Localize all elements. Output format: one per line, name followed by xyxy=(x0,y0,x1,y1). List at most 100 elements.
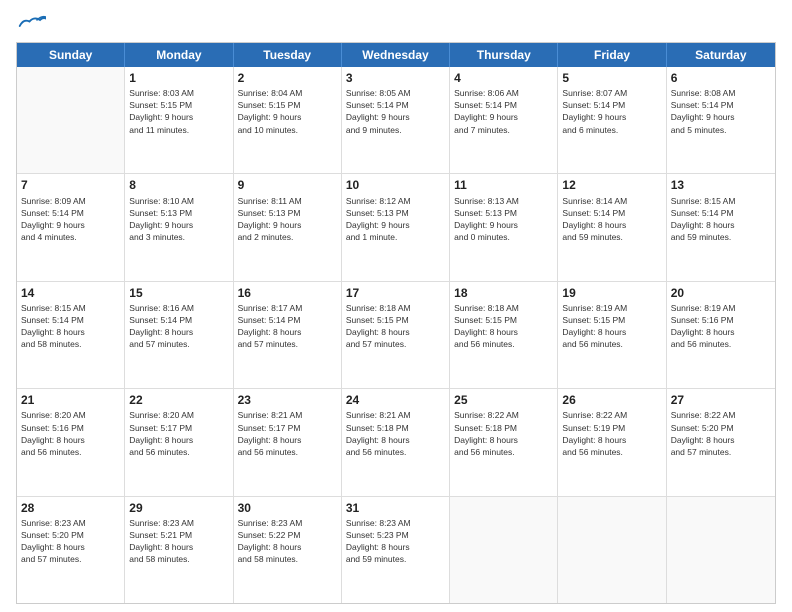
calendar-cell-0-2: 2Sunrise: 8:04 AM Sunset: 5:15 PM Daylig… xyxy=(234,67,342,173)
day-number: 7 xyxy=(21,177,120,193)
cell-text: Sunrise: 8:18 AM Sunset: 5:15 PM Dayligh… xyxy=(346,303,411,349)
calendar-cell-3-1: 22Sunrise: 8:20 AM Sunset: 5:17 PM Dayli… xyxy=(125,389,233,495)
calendar-cell-2-1: 15 Sunrise: 8:16 AM Sunset: 5:14 PM Dayli… xyxy=(125,282,233,388)
cell-text: Sunrise: 8:12 AM Sunset: 5:13 PM Dayligh… xyxy=(346,196,411,242)
cell-text: Sunrise: 8:15 AM Sunset: 5:14 PM Dayligh… xyxy=(671,196,736,242)
calendar-cell-0-6: 6Sunrise: 8:08 AM Sunset: 5:14 PM Daylig… xyxy=(667,67,775,173)
header-day-saturday: Saturday xyxy=(667,43,775,67)
day-number: 10 xyxy=(346,177,445,193)
header-day-monday: Monday xyxy=(125,43,233,67)
calendar-cell-0-0 xyxy=(17,67,125,173)
calendar-cell-2-2: 16 Sunrise: 8:17 AM Sunset: 5:14 PM Dayli… xyxy=(234,282,342,388)
day-number: 19 xyxy=(562,285,661,301)
calendar-cell-4-2: 30 Sunrise: 8:23 AM Sunset: 5:22 PM Dayli… xyxy=(234,497,342,603)
calendar-cell-2-6: 20Sunrise: 8:19 AM Sunset: 5:16 PM Dayli… xyxy=(667,282,775,388)
calendar-cell-3-4: 25 Sunrise: 8:22 AM Sunset: 5:18 PM Dayli… xyxy=(450,389,558,495)
day-number: 28 xyxy=(21,500,120,516)
main-container: SundayMondayTuesdayWednesdayThursdayFrid… xyxy=(0,0,792,612)
header xyxy=(16,12,776,34)
calendar-cell-3-3: 24Sunrise: 8:21 AM Sunset: 5:18 PM Dayli… xyxy=(342,389,450,495)
calendar-row-2: 14 Sunrise: 8:15 AM Sunset: 5:14 PM Dayli… xyxy=(17,282,775,389)
day-number: 17 xyxy=(346,285,445,301)
calendar-cell-2-0: 14 Sunrise: 8:15 AM Sunset: 5:14 PM Dayli… xyxy=(17,282,125,388)
cell-text: Sunrise: 8:23 AM Sunset: 5:21 PM Dayligh… xyxy=(129,518,194,564)
day-number: 27 xyxy=(671,392,771,408)
cell-text: Sunrise: 8:19 AM Sunset: 5:16 PM Dayligh… xyxy=(671,303,736,349)
day-number: 3 xyxy=(346,70,445,86)
cell-text: Sunrise: 8:22 AM Sunset: 5:20 PM Dayligh… xyxy=(671,410,736,456)
cell-text: Sunrise: 8:13 AM Sunset: 5:13 PM Dayligh… xyxy=(454,196,519,242)
day-number: 4 xyxy=(454,70,553,86)
header-day-friday: Friday xyxy=(558,43,666,67)
calendar-cell-1-2: 9Sunrise: 8:11 AM Sunset: 5:13 PM Daylig… xyxy=(234,174,342,280)
day-number: 25 xyxy=(454,392,553,408)
calendar-row-1: 7 Sunrise: 8:09 AM Sunset: 5:14 PM Daylig… xyxy=(17,174,775,281)
calendar-cell-1-1: 8Sunrise: 8:10 AM Sunset: 5:13 PM Daylig… xyxy=(125,174,233,280)
cell-text: Sunrise: 8:09 AM Sunset: 5:14 PM Dayligh… xyxy=(21,196,86,242)
calendar-cell-1-3: 10 Sunrise: 8:12 AM Sunset: 5:13 PM Dayli… xyxy=(342,174,450,280)
calendar-cell-3-2: 23 Sunrise: 8:21 AM Sunset: 5:17 PM Dayli… xyxy=(234,389,342,495)
cell-text: Sunrise: 8:23 AM Sunset: 5:23 PM Dayligh… xyxy=(346,518,411,564)
cell-text: Sunrise: 8:05 AM Sunset: 5:14 PM Dayligh… xyxy=(346,88,411,134)
day-number: 1 xyxy=(129,70,228,86)
calendar-cell-1-4: 11 Sunrise: 8:13 AM Sunset: 5:13 PM Dayli… xyxy=(450,174,558,280)
day-number: 15 xyxy=(129,285,228,301)
day-number: 18 xyxy=(454,285,553,301)
calendar-row-4: 28 Sunrise: 8:23 AM Sunset: 5:20 PM Dayli… xyxy=(17,497,775,603)
calendar: SundayMondayTuesdayWednesdayThursdayFrid… xyxy=(16,42,776,604)
calendar-cell-4-6 xyxy=(667,497,775,603)
calendar-body: 1 Sunrise: 8:03 AM Sunset: 5:15 PM Daylig… xyxy=(17,67,775,603)
day-number: 16 xyxy=(238,285,337,301)
cell-text: Sunrise: 8:16 AM Sunset: 5:14 PM Dayligh… xyxy=(129,303,194,349)
day-number: 13 xyxy=(671,177,771,193)
calendar-cell-3-6: 27 Sunrise: 8:22 AM Sunset: 5:20 PM Dayli… xyxy=(667,389,775,495)
cell-text: Sunrise: 8:15 AM Sunset: 5:14 PM Dayligh… xyxy=(21,303,86,349)
day-number: 14 xyxy=(21,285,120,301)
calendar-cell-4-0: 28 Sunrise: 8:23 AM Sunset: 5:20 PM Dayli… xyxy=(17,497,125,603)
logo xyxy=(16,12,50,34)
day-number: 9 xyxy=(238,177,337,193)
day-number: 11 xyxy=(454,177,553,193)
cell-text: Sunrise: 8:18 AM Sunset: 5:15 PM Dayligh… xyxy=(454,303,519,349)
cell-text: Sunrise: 8:22 AM Sunset: 5:18 PM Dayligh… xyxy=(454,410,519,456)
day-number: 12 xyxy=(562,177,661,193)
day-number: 23 xyxy=(238,392,337,408)
calendar-cell-2-3: 17 Sunrise: 8:18 AM Sunset: 5:15 PM Dayli… xyxy=(342,282,450,388)
cell-text: Sunrise: 8:03 AM Sunset: 5:15 PM Dayligh… xyxy=(129,88,194,134)
calendar-cell-0-1: 1 Sunrise: 8:03 AM Sunset: 5:15 PM Daylig… xyxy=(125,67,233,173)
calendar-cell-4-4 xyxy=(450,497,558,603)
cell-text: Sunrise: 8:22 AM Sunset: 5:19 PM Dayligh… xyxy=(562,410,627,456)
cell-text: Sunrise: 8:21 AM Sunset: 5:17 PM Dayligh… xyxy=(238,410,303,456)
cell-text: Sunrise: 8:14 AM Sunset: 5:14 PM Dayligh… xyxy=(562,196,627,242)
cell-text: Sunrise: 8:21 AM Sunset: 5:18 PM Dayligh… xyxy=(346,410,411,456)
calendar-cell-4-3: 31 Sunrise: 8:23 AM Sunset: 5:23 PM Dayli… xyxy=(342,497,450,603)
day-number: 26 xyxy=(562,392,661,408)
calendar-cell-0-4: 4 Sunrise: 8:06 AM Sunset: 5:14 PM Daylig… xyxy=(450,67,558,173)
day-number: 2 xyxy=(238,70,337,86)
cell-text: Sunrise: 8:23 AM Sunset: 5:20 PM Dayligh… xyxy=(21,518,86,564)
cell-text: Sunrise: 8:17 AM Sunset: 5:14 PM Dayligh… xyxy=(238,303,303,349)
calendar-cell-4-1: 29 Sunrise: 8:23 AM Sunset: 5:21 PM Dayli… xyxy=(125,497,233,603)
header-day-tuesday: Tuesday xyxy=(234,43,342,67)
calendar-cell-0-5: 5Sunrise: 8:07 AM Sunset: 5:14 PM Daylig… xyxy=(558,67,666,173)
calendar-cell-1-5: 12 Sunrise: 8:14 AM Sunset: 5:14 PM Dayli… xyxy=(558,174,666,280)
day-number: 21 xyxy=(21,392,120,408)
cell-text: Sunrise: 8:20 AM Sunset: 5:16 PM Dayligh… xyxy=(21,410,86,456)
day-number: 31 xyxy=(346,500,445,516)
day-number: 29 xyxy=(129,500,228,516)
calendar-row-0: 1 Sunrise: 8:03 AM Sunset: 5:15 PM Daylig… xyxy=(17,67,775,174)
header-day-sunday: Sunday xyxy=(17,43,125,67)
day-number: 6 xyxy=(671,70,771,86)
calendar-cell-4-5 xyxy=(558,497,666,603)
calendar-cell-3-0: 21 Sunrise: 8:20 AM Sunset: 5:16 PM Dayli… xyxy=(17,389,125,495)
day-number: 30 xyxy=(238,500,337,516)
calendar-cell-1-0: 7 Sunrise: 8:09 AM Sunset: 5:14 PM Daylig… xyxy=(17,174,125,280)
calendar-cell-1-6: 13 Sunrise: 8:15 AM Sunset: 5:14 PM Dayli… xyxy=(667,174,775,280)
day-number: 22 xyxy=(129,392,228,408)
cell-text: Sunrise: 8:06 AM Sunset: 5:14 PM Dayligh… xyxy=(454,88,519,134)
calendar-cell-3-5: 26 Sunrise: 8:22 AM Sunset: 5:19 PM Dayli… xyxy=(558,389,666,495)
cell-text: Sunrise: 8:10 AM Sunset: 5:13 PM Dayligh… xyxy=(129,196,194,242)
cell-text: Sunrise: 8:07 AM Sunset: 5:14 PM Dayligh… xyxy=(562,88,627,134)
cell-text: Sunrise: 8:23 AM Sunset: 5:22 PM Dayligh… xyxy=(238,518,303,564)
calendar-cell-0-3: 3 Sunrise: 8:05 AM Sunset: 5:14 PM Daylig… xyxy=(342,67,450,173)
